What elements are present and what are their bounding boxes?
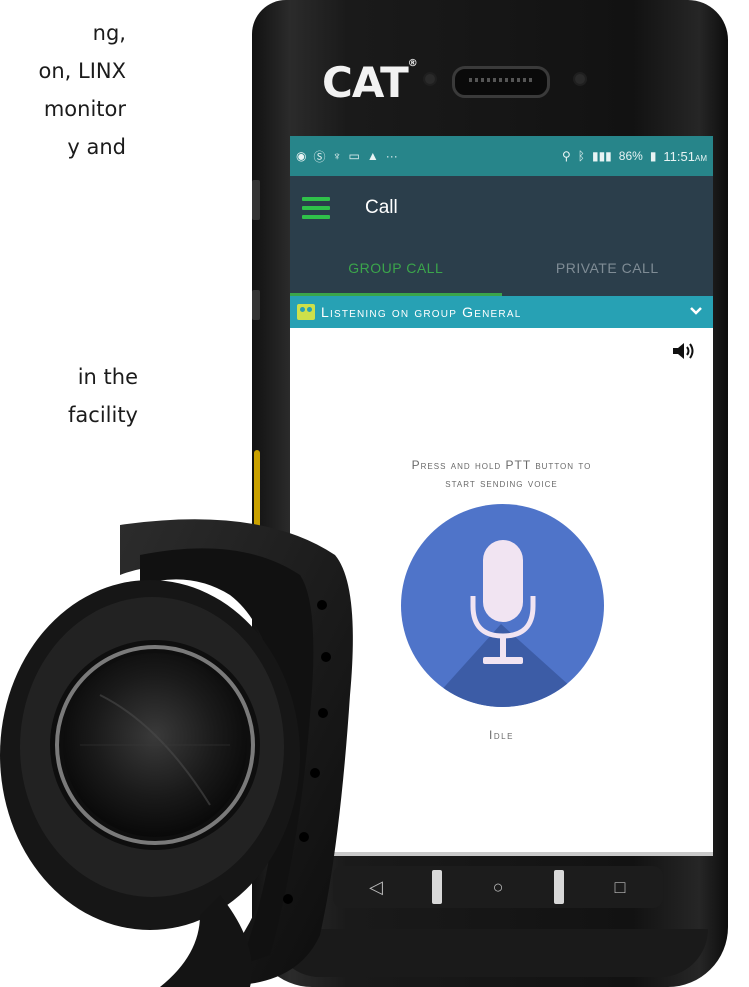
clock-time: 11:51: [663, 148, 695, 164]
notification-icons: ◉ Ⓢ ♆ ▭ ▲ ···: [296, 148, 398, 165]
background-text-line: facility: [68, 403, 138, 427]
signal-icon: ▮▮▮: [591, 149, 612, 163]
speaker-volume-icon[interactable]: [671, 340, 697, 362]
group-selector[interactable]: Listening on group General: [290, 296, 713, 328]
navigation-bar: ◁ ○ □: [333, 866, 663, 908]
chevron-down-icon: [689, 305, 703, 319]
microphone-icon: [470, 540, 536, 664]
app-bar: Call: [290, 176, 713, 240]
group-status-text: Listening on group General: [321, 304, 522, 320]
brand-mark: ®: [407, 58, 418, 69]
group-icon: [297, 304, 315, 320]
clock-ampm: AM: [695, 153, 707, 163]
home-button[interactable]: ○: [468, 877, 528, 898]
side-button: [252, 180, 260, 220]
hamburger-icon[interactable]: [302, 197, 330, 219]
tab-private-call[interactable]: PRIVATE CALL: [502, 240, 714, 296]
bluetooth-icon: ᛒ: [577, 149, 585, 163]
system-icons: ⚲ ᛒ ▮▮▮ 86% ▮ 11:51AM: [562, 149, 707, 164]
background-text-block-1: ng, on, LINX monitor y and: [39, 14, 127, 166]
wristband-device: [0, 519, 353, 987]
background-text-line: y and: [67, 135, 126, 159]
background-text-line: monitor: [43, 97, 126, 121]
push-to-talk-button[interactable]: [401, 504, 604, 707]
more-icon: ···: [385, 149, 398, 163]
tab-group-call[interactable]: GROUP CALL: [290, 240, 502, 296]
warning-icon: ▲: [366, 149, 379, 163]
location-icon: ⚲: [561, 149, 571, 163]
status-bar: ◉ Ⓢ ♆ ▭ ▲ ··· ⚲ ᛒ ▮▮▮ 86% ▮ 11:51AM: [290, 136, 713, 176]
tab-bar: GROUP CALL PRIVATE CALL: [290, 240, 713, 296]
clock: 11:51AM: [663, 149, 707, 164]
background-text-line: ng,: [92, 21, 126, 45]
notification-icon: ♆: [332, 149, 342, 163]
brand-logo: CAT®: [322, 58, 418, 107]
recents-button[interactable]: □: [590, 877, 650, 898]
page-title: Call: [365, 197, 398, 218]
side-button: [252, 290, 260, 320]
earpiece-speaker: [452, 66, 550, 98]
front-camera: [575, 74, 585, 84]
skype-icon: Ⓢ: [313, 149, 326, 164]
ptt-instruction: Press and hold PTT button to start sendi…: [290, 456, 713, 492]
nav-divider: [554, 870, 564, 904]
background-text-line: in the: [77, 365, 138, 389]
message-icon: ▭: [348, 149, 360, 163]
instruction-line-2: start sending voice: [445, 476, 558, 490]
background-text-line: on, LINX: [38, 59, 127, 83]
battery-icon: ▮: [649, 149, 657, 163]
eye-icon: ◉: [296, 149, 307, 163]
background-text-block-2: in the facility: [68, 358, 138, 434]
sensor-dot: [425, 74, 435, 84]
nav-divider: [432, 870, 442, 904]
battery-percent: 86%: [618, 149, 643, 163]
instruction-line-1: Press and hold PTT button to: [411, 458, 592, 472]
brand-name: CAT: [322, 58, 409, 107]
